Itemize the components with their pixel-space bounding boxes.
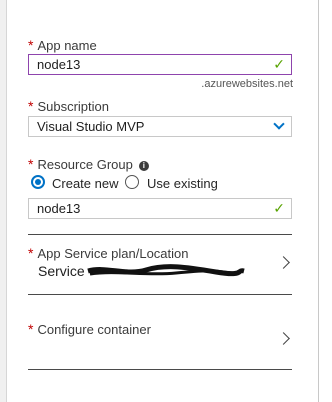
app-name-value: node13 — [37, 57, 81, 72]
chevron-down-icon — [273, 118, 285, 130]
resource-group-input[interactable]: node13 ✓ — [28, 198, 292, 219]
app-service-plan-label: * App Service plan/Location — [28, 245, 189, 261]
blade-left-edge — [0, 0, 7, 402]
use-existing-radio[interactable] — [125, 175, 139, 189]
required-asterisk: * — [28, 321, 34, 337]
subscription-value: Visual Studio MVP — [37, 119, 145, 134]
check-icon: ✓ — [273, 56, 285, 72]
configure-container-label: * Configure container — [28, 321, 151, 337]
check-icon: ✓ — [273, 200, 285, 216]
divider — [28, 234, 292, 235]
required-asterisk: * — [28, 37, 34, 53]
app-name-label: * App name — [28, 37, 97, 53]
resource-group-label: * Resource Group i — [28, 156, 149, 172]
subscription-label: * Subscription — [28, 98, 109, 114]
info-icon[interactable]: i — [138, 161, 149, 171]
use-existing-label[interactable]: Use existing — [147, 176, 218, 191]
create-new-label[interactable]: Create new — [52, 176, 118, 191]
required-asterisk: * — [28, 156, 34, 172]
divider — [28, 294, 292, 295]
resource-group-value: node13 — [37, 201, 81, 216]
required-asterisk: * — [28, 245, 34, 261]
required-asterisk: * — [28, 98, 34, 114]
create-new-radio[interactable] — [31, 175, 45, 189]
blade-right-border — [318, 0, 319, 402]
domain-suffix: .azurewebsites.net — [201, 78, 293, 90]
app-name-input[interactable]: node13 ✓ — [28, 54, 292, 75]
divider — [28, 369, 292, 370]
subscription-select[interactable]: Visual Studio MVP — [28, 116, 292, 137]
redaction-scribble — [87, 264, 245, 277]
app-service-plan-value: Service — [38, 263, 85, 279]
